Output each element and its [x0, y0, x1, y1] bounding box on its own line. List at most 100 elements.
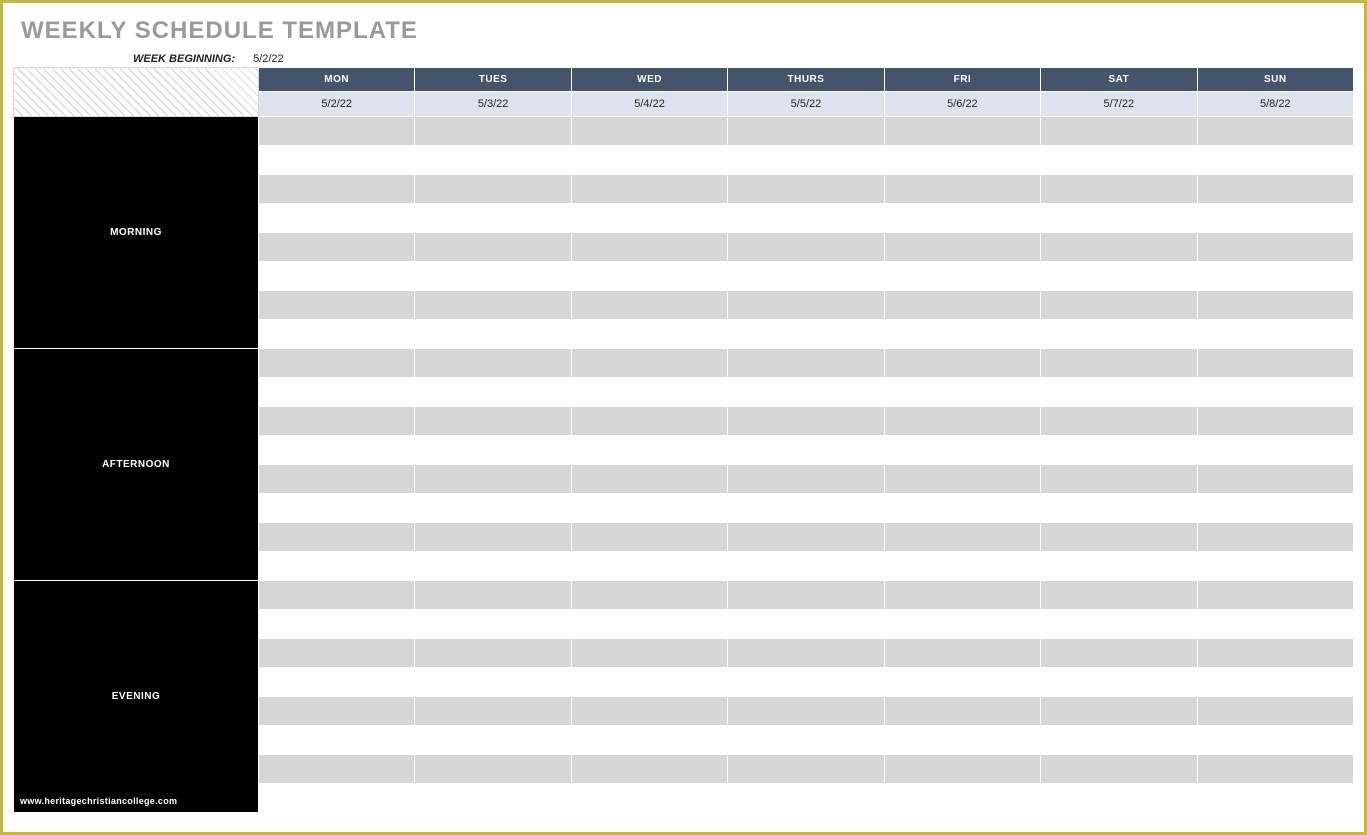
- schedule-cell[interactable]: [571, 726, 727, 755]
- schedule-cell[interactable]: [571, 378, 727, 407]
- schedule-cell[interactable]: [728, 175, 884, 204]
- schedule-cell[interactable]: [884, 320, 1040, 349]
- schedule-cell[interactable]: [728, 465, 884, 494]
- schedule-cell[interactable]: [728, 233, 884, 262]
- schedule-cell[interactable]: [259, 436, 415, 465]
- schedule-cell[interactable]: [571, 349, 727, 378]
- schedule-cell[interactable]: [415, 639, 571, 668]
- schedule-cell[interactable]: [728, 755, 884, 784]
- schedule-cell[interactable]: [415, 204, 571, 233]
- schedule-cell[interactable]: [1197, 784, 1353, 813]
- schedule-cell[interactable]: [1197, 610, 1353, 639]
- schedule-cell[interactable]: [571, 552, 727, 581]
- schedule-cell[interactable]: [415, 349, 571, 378]
- schedule-cell[interactable]: [1197, 233, 1353, 262]
- schedule-cell[interactable]: [1041, 262, 1197, 291]
- schedule-cell[interactable]: [415, 784, 571, 813]
- schedule-cell[interactable]: [1197, 262, 1353, 291]
- schedule-cell[interactable]: [884, 755, 1040, 784]
- schedule-cell[interactable]: [884, 117, 1040, 146]
- schedule-cell[interactable]: [1041, 146, 1197, 175]
- schedule-cell[interactable]: [1197, 668, 1353, 697]
- schedule-cell[interactable]: [571, 204, 727, 233]
- schedule-cell[interactable]: [415, 262, 571, 291]
- schedule-cell[interactable]: [1197, 697, 1353, 726]
- schedule-cell[interactable]: [259, 407, 415, 436]
- schedule-cell[interactable]: [1197, 755, 1353, 784]
- schedule-cell[interactable]: [728, 146, 884, 175]
- schedule-cell[interactable]: [571, 755, 727, 784]
- schedule-cell[interactable]: [571, 436, 727, 465]
- schedule-cell[interactable]: [259, 552, 415, 581]
- schedule-cell[interactable]: [1041, 378, 1197, 407]
- schedule-cell[interactable]: [1041, 668, 1197, 697]
- schedule-cell[interactable]: [259, 668, 415, 697]
- schedule-cell[interactable]: [728, 378, 884, 407]
- schedule-cell[interactable]: [259, 117, 415, 146]
- schedule-cell[interactable]: [259, 610, 415, 639]
- schedule-cell[interactable]: [571, 697, 727, 726]
- schedule-cell[interactable]: [1197, 378, 1353, 407]
- schedule-cell[interactable]: [415, 175, 571, 204]
- schedule-cell[interactable]: [884, 146, 1040, 175]
- schedule-cell[interactable]: [1041, 233, 1197, 262]
- schedule-cell[interactable]: [571, 117, 727, 146]
- schedule-cell[interactable]: [259, 349, 415, 378]
- schedule-cell[interactable]: [1041, 436, 1197, 465]
- schedule-cell[interactable]: [884, 436, 1040, 465]
- schedule-cell[interactable]: [259, 320, 415, 349]
- schedule-cell[interactable]: [571, 146, 727, 175]
- schedule-cell[interactable]: [884, 494, 1040, 523]
- schedule-cell[interactable]: [1197, 320, 1353, 349]
- schedule-cell[interactable]: [884, 204, 1040, 233]
- schedule-cell[interactable]: [415, 755, 571, 784]
- schedule-cell[interactable]: [259, 233, 415, 262]
- schedule-cell[interactable]: [415, 146, 571, 175]
- schedule-cell[interactable]: [884, 697, 1040, 726]
- schedule-cell[interactable]: [259, 494, 415, 523]
- schedule-cell[interactable]: [571, 523, 727, 552]
- schedule-cell[interactable]: [728, 349, 884, 378]
- schedule-cell[interactable]: [415, 378, 571, 407]
- schedule-cell[interactable]: [571, 291, 727, 320]
- schedule-cell[interactable]: [1197, 117, 1353, 146]
- schedule-cell[interactable]: [571, 233, 727, 262]
- schedule-cell[interactable]: [728, 697, 884, 726]
- schedule-cell[interactable]: [1197, 407, 1353, 436]
- schedule-cell[interactable]: [884, 581, 1040, 610]
- schedule-cell[interactable]: [259, 378, 415, 407]
- schedule-cell[interactable]: [1041, 204, 1197, 233]
- schedule-cell[interactable]: [415, 581, 571, 610]
- schedule-cell[interactable]: [571, 262, 727, 291]
- schedule-cell[interactable]: [259, 784, 415, 813]
- schedule-cell[interactable]: [728, 610, 884, 639]
- schedule-cell[interactable]: [571, 320, 727, 349]
- schedule-cell[interactable]: [1041, 117, 1197, 146]
- schedule-cell[interactable]: [571, 407, 727, 436]
- schedule-cell[interactable]: [571, 581, 727, 610]
- schedule-cell[interactable]: [259, 581, 415, 610]
- schedule-cell[interactable]: [1197, 726, 1353, 755]
- schedule-cell[interactable]: [1041, 523, 1197, 552]
- schedule-cell[interactable]: [884, 349, 1040, 378]
- schedule-cell[interactable]: [415, 523, 571, 552]
- schedule-cell[interactable]: [1041, 784, 1197, 813]
- schedule-cell[interactable]: [884, 291, 1040, 320]
- schedule-cell[interactable]: [571, 494, 727, 523]
- schedule-cell[interactable]: [728, 784, 884, 813]
- schedule-cell[interactable]: [415, 697, 571, 726]
- schedule-cell[interactable]: [259, 755, 415, 784]
- schedule-cell[interactable]: [728, 320, 884, 349]
- schedule-cell[interactable]: [884, 378, 1040, 407]
- schedule-cell[interactable]: [259, 262, 415, 291]
- schedule-cell[interactable]: [1041, 349, 1197, 378]
- schedule-cell[interactable]: [728, 581, 884, 610]
- schedule-cell[interactable]: [728, 726, 884, 755]
- schedule-cell[interactable]: [415, 668, 571, 697]
- schedule-cell[interactable]: [1197, 523, 1353, 552]
- schedule-cell[interactable]: [415, 494, 571, 523]
- schedule-cell[interactable]: [884, 262, 1040, 291]
- schedule-cell[interactable]: [1041, 755, 1197, 784]
- schedule-cell[interactable]: [1041, 291, 1197, 320]
- schedule-cell[interactable]: [728, 204, 884, 233]
